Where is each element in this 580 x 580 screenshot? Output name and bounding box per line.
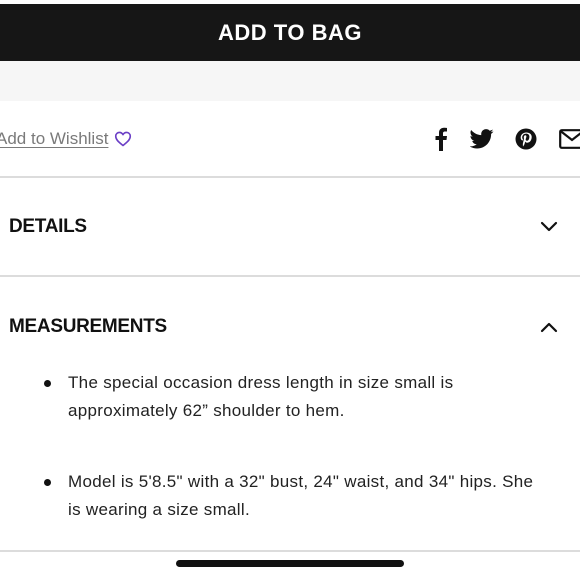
bullet-icon [44, 380, 51, 387]
bullet-icon [44, 479, 51, 486]
heart-outline-icon [115, 131, 132, 147]
measurement-item: Model is 5'8.5" with a 32" bust, 24" wai… [44, 468, 548, 524]
add-to-bag-button[interactable]: ADD TO BAG [0, 4, 580, 61]
facebook-icon[interactable] [430, 124, 452, 154]
wishlist-label: Add to Wishlist [0, 129, 109, 148]
measurements-title: MEASUREMENTS [9, 316, 167, 337]
details-title: DETAILS [9, 216, 87, 237]
spacer-band [0, 61, 580, 101]
chevron-down-icon [540, 221, 558, 232]
details-accordion-header[interactable]: DETAILS [0, 178, 580, 276]
add-to-wishlist-link[interactable]: Add to Wishlist [0, 129, 132, 149]
divider [0, 550, 580, 552]
pinterest-icon[interactable] [514, 124, 538, 154]
chevron-up-icon [540, 322, 558, 333]
measurements-accordion-header[interactable]: MEASUREMENTS [0, 277, 580, 377]
home-indicator[interactable] [176, 560, 404, 567]
wishlist-share-row: Add to Wishlist [0, 101, 580, 176]
measurement-item: The special occasion dress length in siz… [44, 369, 548, 425]
email-icon[interactable] [557, 124, 580, 154]
twitter-icon[interactable] [469, 124, 495, 154]
